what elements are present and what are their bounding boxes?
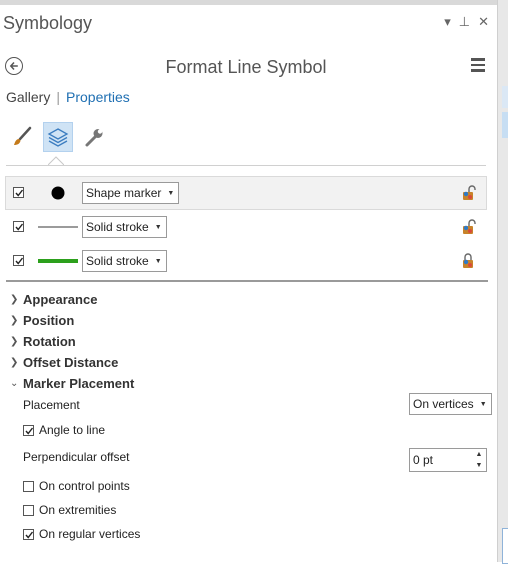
perpendicular-offset-stepper[interactable]: 0 pt ▲ ▼	[409, 448, 487, 472]
symbol-layers-list: Shape marker ▼ Solid stroke ▼ Solid stro…	[5, 176, 487, 279]
chevron-right-icon: ❯	[10, 315, 19, 326]
decrement-arrow-icon[interactable]: ▼	[476, 462, 483, 469]
section-appearance[interactable]: ❯ Appearance	[10, 289, 490, 310]
increment-arrow-icon[interactable]: ▲	[476, 451, 483, 458]
section-label: Position	[23, 313, 75, 328]
adjacent-pane-item-selected	[502, 112, 508, 138]
pin-icon[interactable]: ⊥	[459, 15, 470, 29]
shape-marker-preview-icon	[51, 186, 65, 200]
tab-properties[interactable]: Properties	[66, 89, 130, 105]
wrench-icon[interactable]	[80, 123, 108, 151]
chevron-down-icon: ⌄	[10, 378, 19, 389]
section-marker-placement[interactable]: ⌄ Marker Placement	[10, 373, 490, 394]
close-icon[interactable]: ✕	[478, 15, 489, 29]
divider	[6, 165, 486, 166]
symbol-layer-row[interactable]: Shape marker ▼	[5, 176, 487, 210]
options-dropdown-icon[interactable]: ▾	[444, 15, 451, 29]
placement-label: Placement	[23, 398, 80, 412]
on-regular-vertices-checkbox-row[interactable]: On regular vertices	[23, 527, 140, 541]
unlock-icon[interactable]	[460, 218, 478, 236]
chevron-down-icon: ▼	[479, 400, 487, 408]
section-label: Offset Distance	[23, 355, 119, 370]
chevron-right-icon: ❯	[10, 294, 19, 305]
window-controls: ▾ ⊥ ✕	[444, 15, 489, 29]
on-regular-vertices-checkbox[interactable]	[23, 528, 34, 540]
placement-dropdown[interactable]: On vertices ▼	[409, 393, 492, 415]
on-control-points-label: On control points	[39, 479, 130, 493]
adjacent-pane-edge	[497, 0, 508, 564]
page-title: Format Line Symbol	[165, 57, 327, 77]
menu-icon[interactable]	[471, 58, 485, 75]
perpendicular-offset-value: 0 pt	[413, 453, 434, 467]
placement-value: On vertices	[413, 397, 474, 411]
property-sections: ❯ Appearance ❯ Position ❯ Rotation ❯ Off…	[10, 289, 490, 394]
section-offset-distance[interactable]: ❯ Offset Distance	[10, 352, 490, 373]
symbol-tool-tabs	[8, 122, 108, 152]
on-extremities-checkbox-row[interactable]: On extremities	[23, 503, 116, 517]
layer-type-dropdown[interactable]: Solid stroke ▼	[82, 250, 167, 272]
layer-visibility-checkbox[interactable]	[13, 221, 24, 232]
tab-separator: |	[56, 89, 60, 105]
symbology-pane: Symbology ▾ ⊥ ✕ Format Line Symbol Galle…	[0, 5, 497, 562]
divider	[6, 280, 488, 282]
on-extremities-checkbox[interactable]	[23, 504, 34, 516]
layer-visibility-checkbox[interactable]	[13, 187, 24, 198]
section-rotation[interactable]: ❯ Rotation	[10, 331, 490, 352]
layer-type-value: Shape marker	[86, 186, 162, 200]
gray-stroke-preview-icon	[38, 226, 78, 228]
on-extremities-label: On extremities	[39, 503, 117, 517]
chevron-down-icon: ▼	[154, 223, 162, 231]
unlock-icon[interactable]	[460, 184, 478, 202]
symbol-layer-row[interactable]: Solid stroke ▼	[6, 245, 486, 277]
chevron-right-icon: ❯	[10, 357, 19, 368]
layers-icon[interactable]	[43, 122, 73, 152]
paintbrush-icon[interactable]	[8, 123, 36, 151]
tab-gallery[interactable]: Gallery	[6, 89, 50, 105]
pane-window-title: Symbology	[3, 13, 93, 33]
symbol-layer-row[interactable]: Solid stroke ▼	[6, 211, 486, 243]
layer-type-dropdown[interactable]: Shape marker ▼	[82, 182, 180, 204]
angle-to-line-label: Angle to line	[39, 423, 106, 437]
section-label: Appearance	[23, 292, 98, 307]
angle-to-line-checkbox[interactable]	[23, 424, 34, 436]
layer-type-value: Solid stroke	[86, 254, 149, 268]
section-position[interactable]: ❯ Position	[10, 310, 490, 331]
on-control-points-checkbox-row[interactable]: On control points	[23, 479, 130, 493]
chevron-down-icon: ▼	[154, 257, 162, 265]
chevron-right-icon: ❯	[10, 336, 19, 347]
layer-type-value: Solid stroke	[86, 220, 149, 234]
adjacent-pane-item	[502, 86, 508, 108]
on-control-points-checkbox[interactable]	[23, 480, 34, 492]
on-regular-vertices-label: On regular vertices	[39, 527, 141, 541]
adjacent-pane-box	[502, 528, 508, 564]
lock-icon[interactable]	[460, 252, 478, 270]
angle-to-line-checkbox-row[interactable]: Angle to line	[23, 423, 105, 437]
layer-type-dropdown[interactable]: Solid stroke ▼	[82, 216, 167, 238]
active-tab-caret-icon	[48, 156, 64, 165]
section-label: Rotation	[23, 334, 76, 349]
subtab-bar: Gallery | Properties	[6, 89, 130, 105]
section-label: Marker Placement	[23, 376, 135, 391]
green-stroke-preview-icon	[38, 259, 78, 263]
layer-visibility-checkbox[interactable]	[13, 255, 24, 266]
chevron-down-icon: ▼	[167, 189, 175, 197]
perpendicular-offset-label: Perpendicular offset	[23, 450, 130, 464]
